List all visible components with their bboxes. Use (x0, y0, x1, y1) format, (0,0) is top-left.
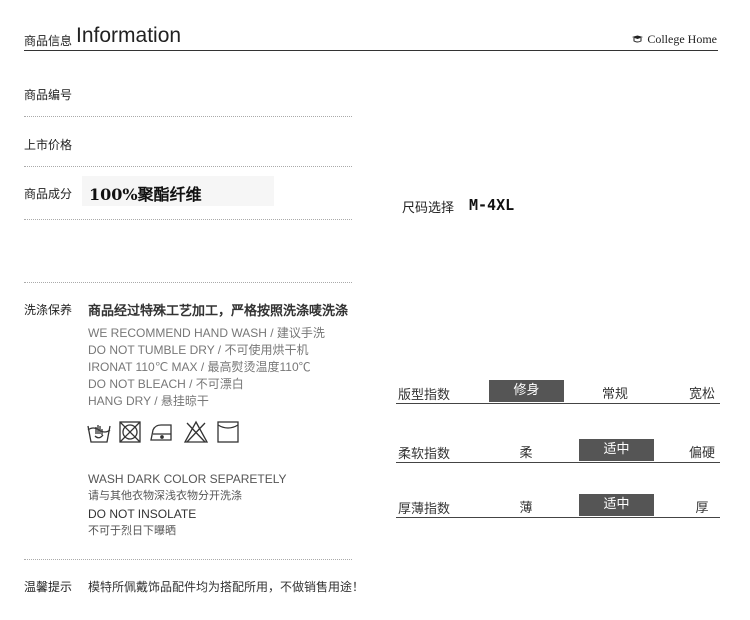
insolate-note: DO NOT INSOLATE (88, 507, 197, 521)
care-instruction: IRONAT 110℃ MAX / 最高熨烫温度110℃ (88, 360, 311, 374)
header-divider (24, 50, 718, 51)
index-divider (396, 462, 720, 463)
index-option-selected: 适中 (579, 439, 654, 461)
index-option: 偏硬 (688, 446, 715, 461)
no-bleach-icon (183, 420, 209, 443)
hang-dry-icon (217, 421, 239, 443)
row-divider (24, 219, 352, 220)
index-divider (396, 517, 720, 518)
care-instruction: WE RECOMMEND HAND WASH / 建议手洗 (88, 326, 325, 340)
cap-icon (632, 35, 644, 43)
index-option: 常规 (601, 387, 628, 402)
brand-logo: College Home (631, 32, 717, 47)
composition-value: 100%聚酯纤维 (89, 185, 202, 204)
composition-label: 商品成分 (24, 187, 73, 201)
row-divider (24, 282, 352, 283)
index-label: 柔软指数 (398, 447, 451, 462)
size-label: 尺码选择 (402, 201, 455, 216)
wash-dark-note: WASH DARK COLOR SEPARETELY (88, 472, 287, 486)
index-option: 厚 (695, 501, 709, 516)
hand-wash-icon (87, 425, 111, 443)
brand-name: College Home (647, 32, 717, 46)
no-tumble-dry-icon (119, 421, 141, 443)
price-label: 上市价格 (24, 138, 73, 152)
care-heading: 商品经过特殊工艺加工，严格按照洗涤唛洗涤 (88, 304, 349, 319)
care-instruction: DO NOT TUMBLE DRY / 不可使用烘干机 (88, 343, 309, 357)
care-instruction: DO NOT BLEACH / 不可漂白 (88, 377, 244, 391)
index-divider (396, 403, 720, 404)
index-option-selected: 适中 (579, 494, 654, 516)
tips-label: 温馨提示 (24, 580, 73, 594)
row-divider (24, 116, 352, 117)
index-label: 版型指数 (398, 388, 451, 403)
row-divider (24, 559, 352, 560)
iron-icon (150, 424, 172, 441)
product-code-label: 商品编号 (24, 88, 73, 102)
row-divider (24, 166, 352, 167)
tips-text: 模特所佩戴饰品配件均为搭配所用，不做销售用途！ (88, 580, 365, 594)
care-label: 洗涤保养 (24, 303, 73, 317)
insolate-note-cn: 不可于烈日下曝晒 (88, 524, 176, 537)
wash-dark-note-cn: 请与其他衣物深浅衣物分开洗涤 (88, 489, 242, 502)
section-title-cn: 商品信息 (24, 34, 73, 48)
care-instruction: HANG DRY / 悬挂晾干 (88, 394, 209, 408)
care-symbols (87, 420, 239, 443)
index-option-selected: 修身 (489, 380, 564, 402)
index-label: 厚薄指数 (398, 502, 451, 517)
section-title-en: Information (76, 24, 182, 47)
size-value: M-4XL (469, 196, 515, 214)
index-option: 宽松 (688, 387, 715, 402)
index-option: 柔 (519, 446, 533, 461)
index-option: 薄 (519, 501, 533, 516)
